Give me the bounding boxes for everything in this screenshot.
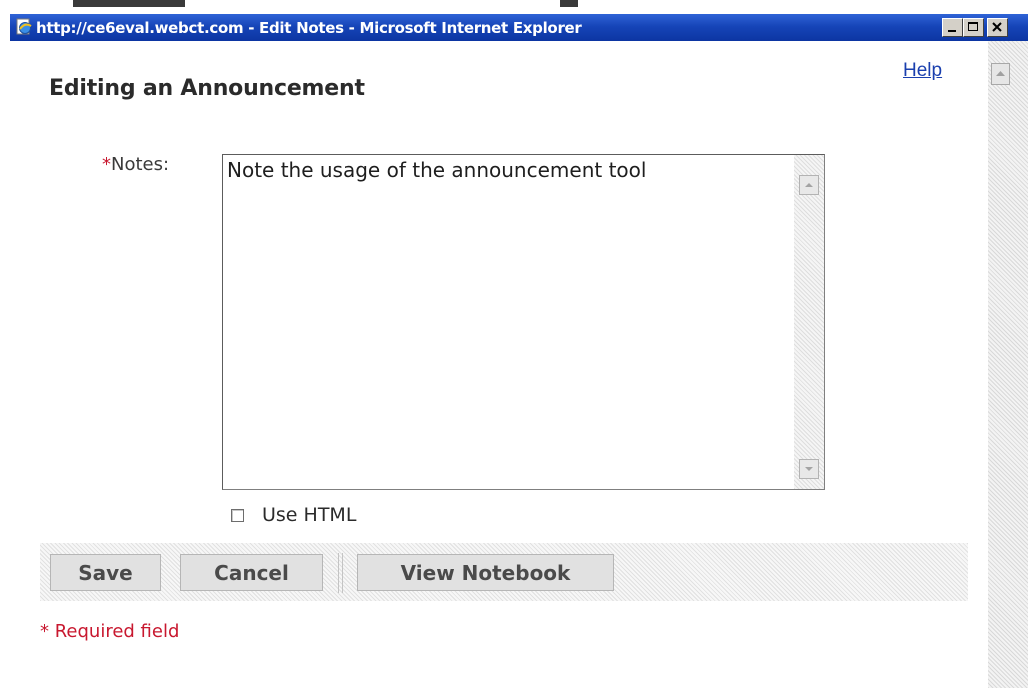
page-title: Editing an Announcement [49, 76, 365, 101]
button-separator [338, 553, 343, 593]
window-vertical-scrollbar[interactable] [988, 41, 1028, 688]
required-field-note: * Required field [40, 621, 180, 642]
close-icon [992, 22, 1002, 32]
background-text-fragment [560, 0, 578, 7]
window-title: http://ce6eval.webct.com - Edit Notes - … [36, 19, 582, 37]
background-page-strip [0, 0, 1028, 14]
notes-textarea-frame: Note the usage of the announcement tool [222, 154, 825, 490]
save-button[interactable]: Save [50, 554, 161, 591]
maximize-icon [968, 22, 978, 31]
title-bar[interactable]: http://ce6eval.webct.com - Edit Notes - … [10, 14, 1028, 41]
notes-textarea[interactable]: Note the usage of the announcement tool [227, 157, 787, 485]
view-notebook-button[interactable]: View Notebook [357, 554, 614, 591]
use-html-checkbox[interactable] [231, 508, 244, 522]
ie-page-icon [16, 18, 32, 35]
maximize-button[interactable] [963, 18, 984, 37]
background-text-fragment [73, 0, 185, 7]
textarea-scroll-up-button[interactable] [799, 175, 819, 195]
notes-label-text: Notes: [111, 154, 170, 175]
minimize-button[interactable] [942, 18, 963, 37]
close-button[interactable] [987, 18, 1008, 37]
textarea-scroll-down-button[interactable] [799, 459, 819, 479]
notes-field-label: *Notes: [102, 154, 169, 175]
scroll-down-arrow-icon [805, 467, 813, 471]
scroll-up-button[interactable] [991, 63, 1010, 85]
scroll-up-arrow-icon [996, 71, 1005, 76]
scroll-up-arrow-icon [805, 183, 813, 187]
use-html-option[interactable]: Use HTML [231, 504, 356, 526]
cancel-button[interactable]: Cancel [180, 554, 323, 591]
notes-textarea-scrollbar[interactable] [794, 155, 824, 489]
button-bar: Save Cancel View Notebook [40, 543, 968, 601]
help-link[interactable]: Help [903, 60, 942, 82]
use-html-label: Use HTML [262, 504, 357, 526]
minimize-icon [948, 30, 956, 32]
browser-popup-window: http://ce6eval.webct.com - Edit Notes - … [10, 14, 1028, 688]
required-marker: * [102, 154, 111, 175]
